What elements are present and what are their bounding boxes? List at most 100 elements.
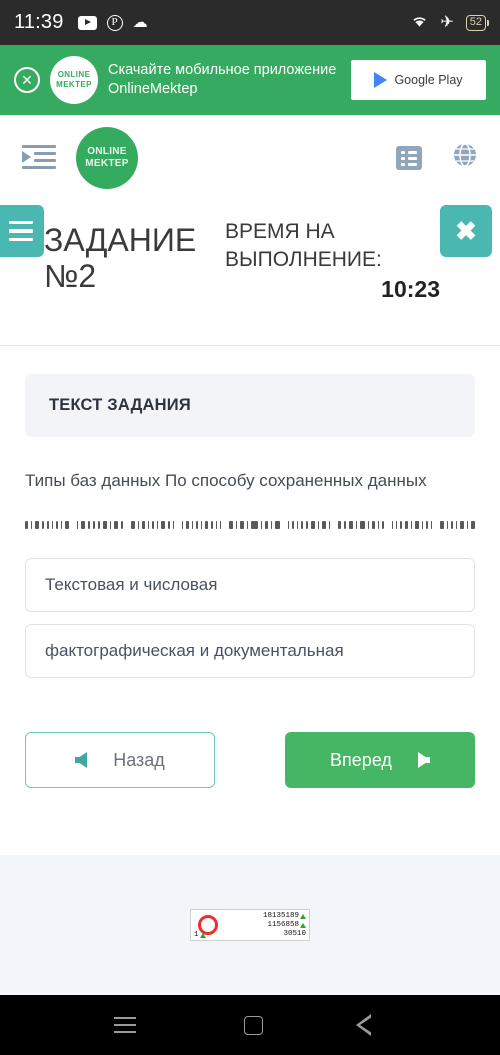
answer-options: Текстовая и числовая фактографическая и … [25, 558, 475, 678]
redacted-segment [292, 521, 294, 529]
google-play-icon [374, 72, 388, 88]
redacted-segment [360, 521, 365, 529]
redacted-segment [296, 521, 299, 529]
redacted-segment [348, 521, 353, 529]
status-bar: 11:39 P ☁ ✈ 52 [0, 0, 500, 45]
redacted-segment [113, 521, 119, 529]
redacted-segment [121, 521, 123, 529]
google-play-label: Google Play [394, 73, 463, 87]
home-button[interactable] [244, 1015, 263, 1035]
redacted-segment [186, 521, 190, 529]
redacted-segment [470, 521, 475, 529]
redacted-segment [430, 521, 433, 529]
redacted-segment [310, 521, 315, 529]
redacted-segment [260, 521, 262, 529]
timer-label: ВРЕМЯ НА ВЫПОЛНЕНИЕ: [225, 220, 382, 271]
redacted-segment [455, 521, 457, 529]
redacted-segment [329, 521, 331, 529]
indent-menu-icon[interactable] [22, 144, 56, 171]
redacted-segment [56, 521, 58, 529]
wifi-icon [411, 14, 428, 32]
redacted-segment [161, 521, 166, 529]
redacted-segment [404, 521, 408, 529]
promo-logo-line1: ONLINE [57, 70, 91, 79]
youtube-icon [77, 15, 97, 30]
list-icon[interactable] [396, 145, 422, 170]
answer-option[interactable]: Текстовая и числовая [25, 558, 475, 612]
google-play-button[interactable]: Google Play [351, 60, 486, 100]
redacted-segment [51, 521, 54, 529]
counter-numbers: 18135189 1156858 30510 [225, 910, 309, 940]
redacted-segment [147, 521, 149, 529]
redacted-segment [410, 521, 413, 529]
triangle-up-icon [300, 913, 306, 919]
redacted-segment [400, 521, 402, 529]
redacted-segment [338, 521, 342, 529]
redacted-segment [287, 521, 290, 529]
redacted-segment [381, 521, 384, 529]
promo-text: Скачайте мобильное приложение OnlineMekt… [108, 62, 337, 97]
section-title: ТЕКСТ ЗАДАНИЯ [49, 396, 191, 414]
timer-value: 10:23 [381, 276, 440, 302]
page-title: ЗАДАНИЕ №2 [44, 222, 197, 294]
forward-button[interactable]: Вперед [285, 732, 475, 788]
app-promo-banner: ✕ ONLINE MEKTEP Скачайте мобильное прило… [0, 45, 500, 115]
cloud-icon: ☁ [132, 14, 148, 31]
hamburger-menu-button[interactable] [0, 205, 44, 257]
site-logo[interactable]: ONLINE MEKTEP [76, 126, 138, 189]
header-actions [396, 142, 478, 173]
task-content: ТЕКСТ ЗАДАНИЯ Типы баз данных По способу… [0, 346, 500, 788]
redacted-segment [30, 521, 32, 529]
redacted-segment [271, 521, 273, 529]
redacted-segment [205, 521, 209, 529]
status-time: 11:39 [14, 11, 64, 33]
airplane-mode-icon: ✈ [440, 13, 454, 31]
redacted-segment [229, 521, 233, 529]
redacted-segment [317, 521, 320, 529]
redacted-segment [137, 521, 139, 529]
back-button[interactable]: Назад [25, 732, 215, 788]
status-notification-icons: P ☁ [77, 14, 148, 31]
redacted-segment [109, 521, 111, 529]
android-nav-bar [0, 995, 500, 1055]
redacted-segment [466, 521, 468, 529]
globe-icon[interactable] [452, 142, 478, 173]
redacted-segment [440, 521, 445, 529]
arrow-left-icon [75, 752, 88, 768]
answer-option[interactable]: фактографическая и документальная [25, 624, 475, 678]
redacted-segment [64, 521, 69, 529]
redacted-segment [447, 521, 449, 529]
site-logo-line1: ONLINE [87, 145, 127, 157]
counter-row-3: 30510 [283, 929, 306, 938]
redacted-segment [421, 521, 423, 529]
redacted-segment [102, 521, 107, 529]
redacted-segment [200, 521, 203, 529]
redacted-segment [211, 521, 213, 529]
redacted-segment [391, 521, 393, 529]
redacted-segment [215, 521, 217, 529]
redacted-segment [251, 521, 258, 529]
redacted-segment [196, 521, 198, 529]
redacted-segment [60, 521, 62, 529]
close-icon[interactable]: ✕ [14, 67, 40, 93]
task-text-header-box: ТЕКСТ ЗАДАНИЯ [25, 374, 475, 437]
redacted-segment [395, 521, 398, 529]
counter-corner-number: 1 [194, 931, 199, 939]
triangle-up-icon [300, 922, 306, 928]
redacted-segment [344, 521, 346, 529]
redacted-segment [219, 521, 222, 529]
recents-button[interactable] [114, 1017, 136, 1033]
redacted-segment [46, 521, 49, 529]
battery-indicator: 52 [465, 14, 490, 31]
site-logo-line2: MEKTEP [85, 157, 129, 169]
visitor-counter-widget[interactable]: 18135189 1156858 30510 1 [190, 909, 310, 941]
back-button[interactable] [356, 1014, 386, 1036]
redacted-segment [25, 521, 28, 529]
redacted-segment [42, 521, 44, 529]
counter-corner-value: 1 [194, 931, 206, 939]
counter-row-1: 18135189 [262, 911, 299, 920]
task-header: ✖ ЗАДАНИЕ №2 ВРЕМЯ НА ВЫПОЛНЕНИЕ: 10:23 [0, 200, 500, 345]
redacted-segment [306, 521, 308, 529]
redacted-segment [235, 521, 238, 529]
triangle-up-icon [199, 932, 206, 938]
